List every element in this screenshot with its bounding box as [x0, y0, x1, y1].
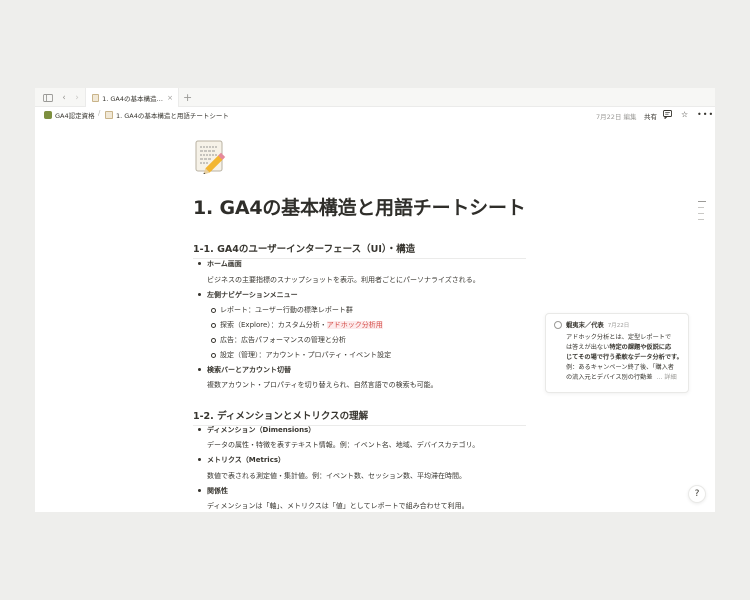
comment-body: アドホック分析とは、定型レポートで は答えが出ない特定の課題や仮説に応 じてその…	[554, 333, 683, 383]
comment-text: の流入元とデバイス別の行動差	[566, 374, 653, 381]
breadcrumb-current[interactable]: 1. GA4の基本構造と用語チートシート	[105, 110, 229, 120]
breadcrumb-parent-label: GA4認定資格	[55, 112, 95, 120]
comment-line: の流入元とデバイス別の行動差... 詳細	[566, 373, 680, 383]
list-item-title[interactable]: ディメンション（Dimensions）	[198, 425, 315, 435]
breadcrumb-parent[interactable]: GA4認定資格	[44, 110, 95, 120]
tab-label: 1. GA4の基本構造と用...	[102, 94, 164, 103]
list-item-title[interactable]: メトリクス（Metrics）	[198, 455, 285, 465]
tab-bar: ‹ › 1. GA4の基本構造と用... × +	[35, 88, 715, 107]
section-heading[interactable]: 1-2. ディメンションとメトリクスの理解	[193, 408, 526, 426]
list-item-text[interactable]: 複数アカウント・プロパティを切り替えられ、自然言語での検索も可能。	[207, 380, 438, 390]
comment-icon[interactable]	[663, 110, 672, 121]
app-window: ‹ › 1. GA4の基本構造と用... × + GA4認定資格 / 1. GA…	[35, 88, 715, 512]
page-topbar: GA4認定資格 / 1. GA4の基本構造と用語チートシート 7月22日 編集 …	[35, 107, 715, 124]
comment-header: 蝦夷末／代表 7月22日	[554, 320, 680, 329]
list-item-text[interactable]: 数値で表される測定値・集計値。例：イベント数、セッション数、平均滞在時間。	[207, 471, 466, 481]
sub-list-item[interactable]: レポート：ユーザー行動の標準レポート群	[211, 305, 353, 315]
comment-date: 7月22日	[607, 322, 630, 329]
list-item-text[interactable]: データの属性・特徴を表すテキスト情報。例：イベント名、地域、デバイスカテゴリ。	[207, 440, 479, 450]
table-of-contents-markers[interactable]	[698, 201, 706, 225]
avatar	[554, 320, 562, 329]
comment-more-link[interactable]: ... 詳細	[656, 374, 676, 381]
sub-list-item[interactable]: 設定（管理）：アカウント・プロパティ・イベント設定	[211, 350, 391, 360]
page-emoji-icon	[105, 111, 113, 119]
chevron-left-icon[interactable]: ‹	[58, 92, 70, 104]
sub-list-item-text: 探索（Explore）：カスタム分析・	[220, 321, 327, 329]
comment-line: 例：あるキャンペーン終了後、「購入者	[566, 364, 674, 371]
comment-line: アドホック分析とは、定型レポートで	[566, 334, 672, 341]
sub-list-item[interactable]: 広告：広告パフォーマンスの管理と分析	[211, 335, 346, 345]
list-item-title[interactable]: ホーム画面	[198, 259, 242, 269]
share-button[interactable]: 共有	[644, 111, 657, 121]
comment-author: 蝦夷末／代表	[566, 322, 604, 329]
more-icon[interactable]: •••	[697, 110, 714, 119]
close-icon[interactable]: ×	[167, 94, 173, 102]
comment-card[interactable]: 蝦夷末／代表 7月22日 アドホック分析とは、定型レポートで は答えが出ない特定…	[545, 313, 689, 393]
highlighted-comment-text[interactable]: アドホック分析用	[326, 321, 383, 329]
list-item-text[interactable]: ディメンションは「軸」、メトリクスは「値」としてレポートで組み合わせて利用。	[207, 501, 469, 511]
comment-line: は答えが出ない特定の課題や仮説に応	[566, 343, 680, 353]
comment-text: は答えが出ない	[566, 344, 610, 351]
star-icon[interactable]: ☆	[681, 110, 688, 119]
tab-current-page[interactable]: 1. GA4の基本構造と用... ×	[85, 88, 179, 107]
list-item-title[interactable]: 検索バーとアカウント切替	[198, 365, 291, 375]
breadcrumb-separator: /	[98, 109, 101, 117]
section-heading[interactable]: 1-1. GA4のユーザーインターフェース（UI）・構造	[193, 241, 526, 259]
list-item-title[interactable]: 左側ナビゲーションメニュー	[198, 290, 298, 300]
chevron-right-icon[interactable]: ›	[71, 92, 83, 104]
page-emoji-icon	[92, 93, 100, 102]
sub-list-item[interactable]: 探索（Explore）：カスタム分析・アドホック分析用	[211, 320, 383, 330]
list-item-text[interactable]: ビジネスの主要指標のスナップショットを表示。利用者ごとにパーソナライズされる。	[207, 275, 480, 285]
page-title[interactable]: 1. GA4の基本構造と用語チートシート	[193, 193, 526, 220]
workspace-icon	[44, 111, 52, 119]
last-edited: 7月22日 編集	[596, 113, 637, 121]
list-item-title[interactable]: 関係性	[198, 486, 228, 496]
comment-bold-text: 特定の課題や仮説に応	[609, 344, 672, 351]
page-icon[interactable]	[194, 138, 228, 175]
breadcrumb-current-label: 1. GA4の基本構造と用語チートシート	[116, 112, 229, 120]
plus-icon[interactable]: +	[183, 91, 192, 104]
help-icon[interactable]: ?	[688, 485, 706, 503]
sidebar-toggle-icon[interactable]	[42, 92, 54, 104]
comment-line: じてその場で行う柔軟なデータ分析です。	[566, 354, 683, 361]
